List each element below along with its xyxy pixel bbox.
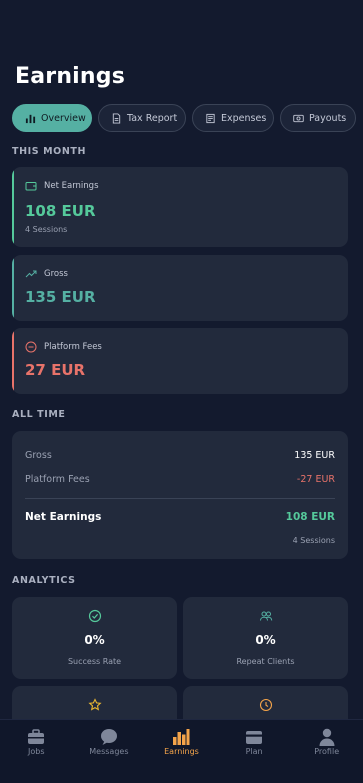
card-label: Gross: [44, 269, 68, 279]
repeat-clients-card[interactable]: 0% Repeat Clients: [183, 597, 348, 679]
bar-chart-icon: [173, 729, 190, 745]
all-time-fees-row: Platform Fees -27 EUR: [25, 474, 335, 485]
card-header: Net Earnings: [25, 180, 99, 192]
receipt-icon: [206, 113, 215, 123]
row-value: -27 EUR: [296, 474, 335, 485]
row-label: Platform Fees: [25, 474, 90, 485]
net-earnings-value: 108 EUR: [25, 202, 96, 220]
net-earnings-card[interactable]: Net Earnings 108 EUR 4 Sessions: [12, 167, 348, 247]
user-icon: [319, 728, 335, 746]
accent-bar: [12, 167, 14, 247]
all-time-card: Gross 135 EUR Platform Fees -27 EUR Net …: [12, 431, 348, 559]
success-rate-label: Success Rate: [67, 657, 122, 666]
cash-icon: [293, 114, 304, 122]
tab-label: Payouts: [309, 112, 347, 124]
tab-payouts[interactable]: Payouts: [280, 104, 356, 132]
nav-label: Earnings: [164, 747, 199, 756]
check-circle-icon: [88, 609, 101, 623]
card-icon: [246, 731, 263, 744]
all-time-sessions-row: 4 Sessions: [25, 536, 335, 545]
success-rate-value: 0%: [84, 633, 105, 647]
nav-earnings[interactable]: Earnings: [145, 720, 218, 783]
all-time-gross-row: Gross 135 EUR: [25, 450, 335, 461]
chart-bar-icon: [25, 114, 36, 123]
all-time-net-row: Net Earnings 108 EUR: [25, 511, 335, 523]
clock-icon: [259, 698, 272, 712]
tab-expenses[interactable]: Expenses: [192, 104, 274, 132]
section-this-month: THIS MONTH: [12, 146, 87, 157]
accent-bar: [12, 255, 14, 321]
nav-label: Messages: [89, 747, 129, 756]
card-label: Platform Fees: [44, 342, 102, 352]
row-value: 108 EUR: [285, 511, 335, 523]
gross-card[interactable]: Gross 135 EUR: [12, 255, 348, 321]
nav-jobs[interactable]: Jobs: [0, 720, 73, 783]
nav-label: Plan: [245, 747, 263, 756]
row-value: 135 EUR: [294, 450, 335, 461]
tab-bar: Overview Tax Report Expenses Payouts: [12, 104, 356, 132]
trending-up-icon: [25, 270, 37, 278]
nav-plan[interactable]: Plan: [218, 720, 291, 783]
section-analytics: ANALYTICS: [12, 575, 76, 586]
success-rate-card[interactable]: 0% Success Rate: [12, 597, 177, 679]
platform-fees-card[interactable]: Platform Fees 27 EUR: [12, 328, 348, 394]
sessions-count: 4 Sessions: [292, 536, 335, 545]
repeat-clients-label: Repeat Clients: [236, 657, 295, 666]
nav-profile[interactable]: Profile: [290, 720, 363, 783]
card-header: Gross: [25, 268, 68, 280]
users-icon: [259, 611, 272, 621]
bottom-nav: Jobs Messages Earnings Plan Profile: [0, 719, 363, 783]
nav-messages[interactable]: Messages: [73, 720, 146, 783]
section-all-time: ALL TIME: [12, 409, 66, 420]
sessions-count: 4 Sessions: [25, 225, 68, 234]
star-icon: [87, 698, 102, 711]
gross-value: 135 EUR: [25, 288, 96, 306]
briefcase-icon: [28, 729, 45, 744]
tab-tax-report[interactable]: Tax Report: [98, 104, 186, 132]
minus-circle-icon: [25, 341, 37, 353]
earnings-screen: Earnings Overview Tax Report Expenses Pa…: [0, 0, 363, 783]
row-label: Gross: [25, 450, 52, 461]
tab-label: Overview: [41, 112, 86, 124]
divider: [25, 498, 335, 499]
tab-label: Tax Report: [127, 112, 178, 124]
row-label: Net Earnings: [25, 511, 102, 523]
card-label: Net Earnings: [44, 181, 99, 191]
nav-label: Profile: [314, 747, 340, 756]
platform-fees-value: 27 EUR: [25, 361, 86, 379]
page-title: Earnings: [15, 64, 126, 89]
accent-bar: [12, 328, 14, 394]
repeat-clients-value: 0%: [255, 633, 276, 647]
tab-overview[interactable]: Overview: [12, 104, 92, 132]
card-header: Platform Fees: [25, 341, 102, 353]
nav-label: Jobs: [28, 747, 45, 756]
chat-icon: [100, 729, 117, 745]
tab-label: Expenses: [221, 112, 267, 124]
document-icon: [112, 112, 121, 124]
wallet-icon: [25, 182, 37, 191]
